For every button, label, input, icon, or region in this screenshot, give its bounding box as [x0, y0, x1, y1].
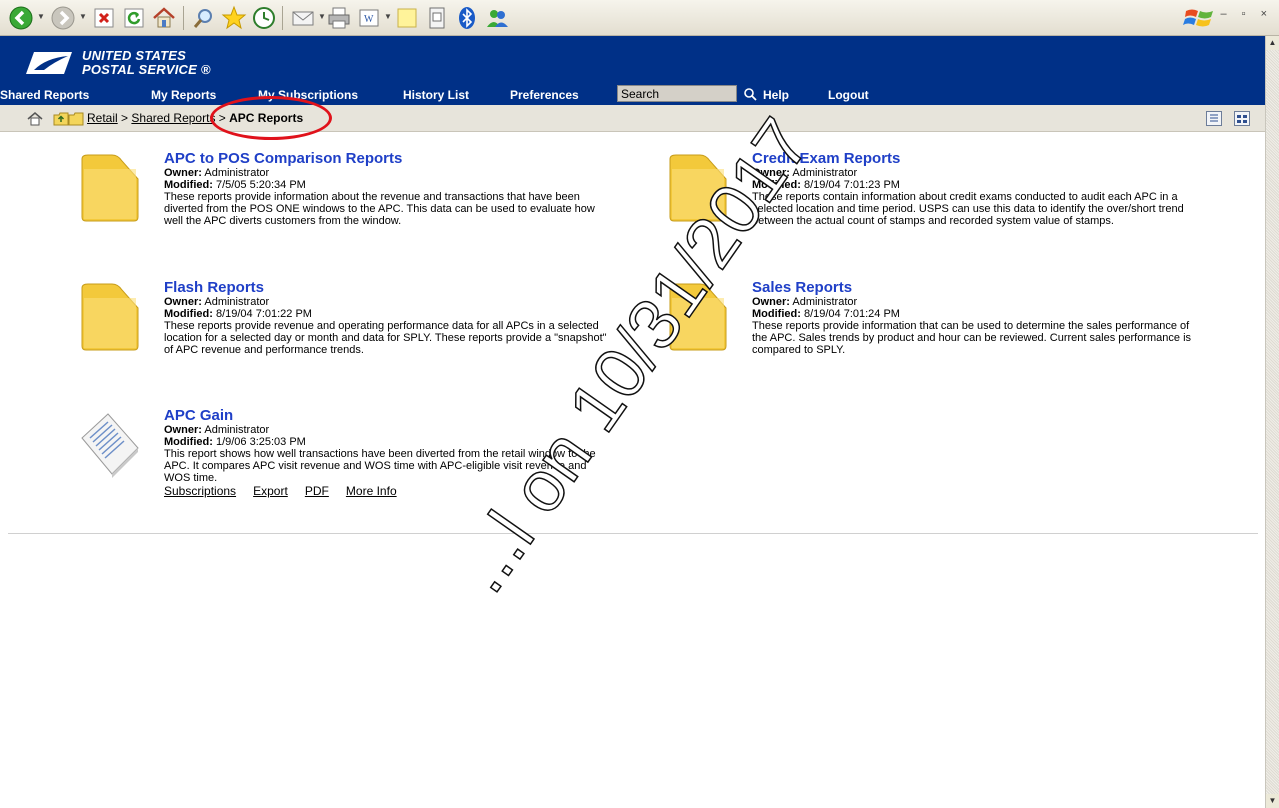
pdf-link[interactable]: PDF: [305, 484, 329, 498]
item-owner: Owner: Administrator: [164, 296, 270, 308]
folder-icon[interactable]: [666, 280, 730, 354]
details-view-icon[interactable]: [1234, 111, 1250, 126]
export-link[interactable]: Export: [253, 484, 288, 498]
edit-dropdown-icon[interactable]: ▼: [384, 13, 392, 21]
item-description: These reports provide information about …: [164, 191, 595, 227]
breadcrumb-shared-reports[interactable]: Shared Reports: [131, 111, 215, 125]
folder-up-icon[interactable]: [53, 111, 69, 126]
item-owner: Owner: Administrator: [164, 424, 270, 436]
item-title-link[interactable]: Flash Reports: [164, 280, 614, 296]
item-title-link[interactable]: APC to POS Comparison Reports: [164, 151, 614, 167]
item-description: These reports provide information that c…: [752, 320, 1192, 356]
brand-line-2: POSTAL SERVICE ®: [82, 62, 211, 77]
search-input[interactable]: [617, 85, 737, 102]
breadcrumb-separator: >: [218, 111, 226, 125]
folder-icon[interactable]: [78, 151, 142, 225]
report-document-icon[interactable]: [78, 408, 142, 482]
msn-people-icon[interactable]: [484, 5, 510, 31]
breadcrumb-separator: >: [121, 111, 129, 125]
item-owner: Owner: Administrator: [164, 167, 270, 179]
messenger-icon[interactable]: [424, 5, 450, 31]
usps-logo[interactable]: UNITED STATES POSTAL SERVICE ®: [24, 46, 224, 80]
folder-icon[interactable]: [666, 151, 730, 225]
home-icon[interactable]: [151, 5, 177, 31]
favorites-icon[interactable]: [221, 5, 247, 31]
list-item: APC to POS Comparison Reports Owner: Adm…: [164, 151, 614, 228]
scroll-track[interactable]: [1266, 50, 1279, 794]
vertical-scrollbar[interactable]: ▲ ▼: [1265, 36, 1279, 808]
item-title-link[interactable]: Sales Reports: [752, 280, 1202, 296]
list-item: Sales Reports Owner: Administrator Modif…: [752, 280, 1202, 357]
edit-icon[interactable]: W: [356, 5, 382, 31]
item-modified: Modified: 8/19/04 7:01:24 PM: [752, 308, 900, 320]
item-title-link[interactable]: Credit Exam Reports: [752, 151, 1202, 167]
search-icon[interactable]: [191, 5, 217, 31]
item-description: These reports provide revenue and operat…: [164, 320, 607, 356]
nav-help[interactable]: Help: [763, 88, 789, 102]
notes-icon[interactable]: [394, 5, 420, 31]
breadcrumb: Retail > Shared Reports > APC Reports: [87, 111, 303, 125]
refresh-icon[interactable]: [121, 5, 147, 31]
toolbar-separator: [282, 6, 283, 30]
windows-logo-icon: [1183, 5, 1217, 31]
item-description: This report shows how well transactions …: [164, 448, 596, 484]
list-item: Credit Exam Reports Owner: Administrator…: [752, 151, 1202, 228]
back-icon[interactable]: [8, 5, 34, 31]
nav-my-subscriptions[interactable]: My Subscriptions: [258, 88, 358, 102]
subscriptions-link[interactable]: Subscriptions: [164, 484, 236, 498]
breadcrumb-retail[interactable]: Retail: [87, 111, 118, 125]
item-modified: Modified: 8/19/04 7:01:22 PM: [164, 308, 312, 320]
item-modified: Modified: 7/5/05 5:20:34 PM: [164, 179, 306, 191]
window-controls[interactable]: – ▫ ×: [1220, 8, 1273, 20]
site-header: UNITED STATES POSTAL SERVICE ® Shared Re…: [0, 36, 1265, 105]
breadcrumb-bar: Retail > Shared Reports > APC Reports: [0, 105, 1265, 132]
item-modified: Modified: 8/19/04 7:01:23 PM: [752, 179, 900, 191]
item-modified: Modified: 1/9/06 3:25:03 PM: [164, 436, 306, 448]
nav-logout[interactable]: Logout: [828, 88, 869, 102]
folder-icon[interactable]: [78, 280, 142, 354]
history-icon[interactable]: [251, 5, 277, 31]
mail-dropdown-icon[interactable]: ▼: [318, 13, 326, 21]
more-info-link[interactable]: More Info: [346, 484, 397, 498]
back-dropdown-icon[interactable]: ▼: [37, 13, 45, 21]
svg-text:W: W: [364, 14, 374, 25]
home-icon[interactable]: [27, 111, 43, 126]
nav-my-reports[interactable]: My Reports: [151, 88, 216, 102]
bluetooth-icon[interactable]: [454, 5, 480, 31]
eagle-logo-icon: [26, 52, 72, 74]
nav-history-list[interactable]: History List: [403, 88, 469, 102]
scroll-up-icon[interactable]: ▲: [1266, 36, 1279, 50]
breadcrumb-current: APC Reports: [229, 111, 304, 125]
forward-dropdown-icon[interactable]: ▼: [79, 13, 87, 21]
forward-icon[interactable]: [50, 5, 76, 31]
list-item: Flash Reports Owner: Administrator Modif…: [164, 280, 614, 357]
browser-toolbar: ▼ ▼ ▼ W ▼ – ▫ ×: [0, 0, 1279, 36]
mail-icon[interactable]: [290, 5, 316, 31]
print-icon[interactable]: [326, 5, 352, 31]
nav-preferences[interactable]: Preferences: [510, 88, 579, 102]
search-go-icon[interactable]: [743, 87, 757, 101]
item-action-links: Subscriptions Export PDF More Info: [164, 484, 614, 498]
main-nav: Shared Reports My Reports My Subscriptio…: [0, 85, 1265, 104]
folder-icon[interactable]: [68, 111, 84, 126]
toolbar-separator: [183, 6, 184, 30]
item-owner: Owner: Administrator: [752, 296, 858, 308]
scroll-down-icon[interactable]: ▼: [1266, 794, 1279, 808]
content-divider: [8, 533, 1258, 534]
item-owner: Owner: Administrator: [752, 167, 858, 179]
item-description: These reports contain information about …: [752, 191, 1184, 227]
stop-icon[interactable]: [91, 5, 117, 31]
item-title-link[interactable]: APC Gain: [164, 408, 614, 424]
brand-line-1: UNITED STATES: [82, 48, 186, 63]
list-item: APC Gain Owner: Administrator Modified: …: [164, 408, 614, 499]
list-view-icon[interactable]: [1206, 111, 1222, 126]
nav-shared-reports[interactable]: Shared Reports: [0, 88, 89, 102]
